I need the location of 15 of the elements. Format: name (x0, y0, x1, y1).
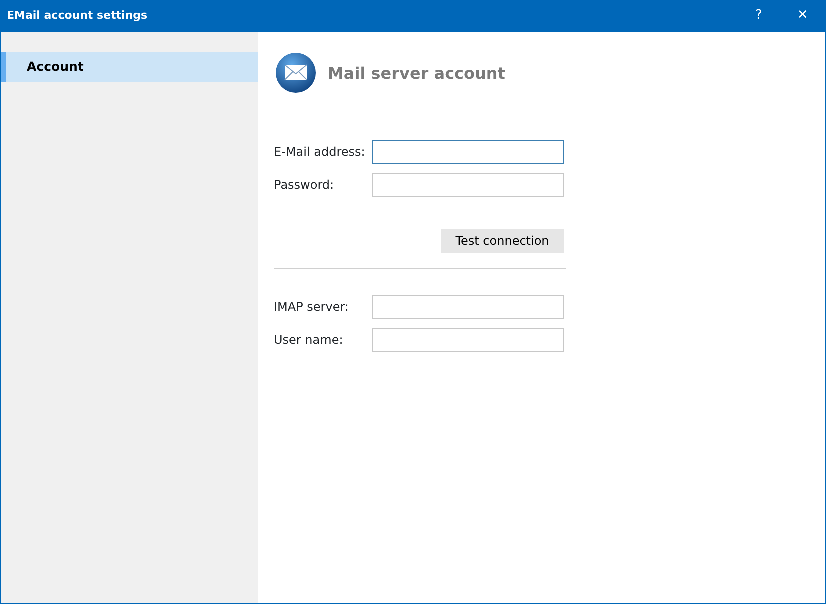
field-label: IMAP server: (274, 299, 350, 316)
section-title: Mail server account (328, 63, 506, 85)
help-button[interactable]: ? (737, 0, 781, 32)
sidebar-item[interactable]: Account (1, 52, 258, 82)
mail-icon (274, 52, 318, 96)
input-field[interactable] (372, 140, 564, 164)
field-label: Password: (274, 177, 336, 194)
input-field[interactable] (372, 328, 564, 352)
close-button[interactable]: ✕ (781, 0, 825, 32)
field-label: User name: (274, 332, 344, 349)
field-label: E-Mail address: (274, 144, 366, 161)
input-field[interactable] (372, 173, 564, 197)
input-field[interactable] (372, 295, 564, 319)
test-connection-button[interactable]: Test connection (441, 229, 564, 253)
window-title: EMail account settings (7, 8, 149, 24)
